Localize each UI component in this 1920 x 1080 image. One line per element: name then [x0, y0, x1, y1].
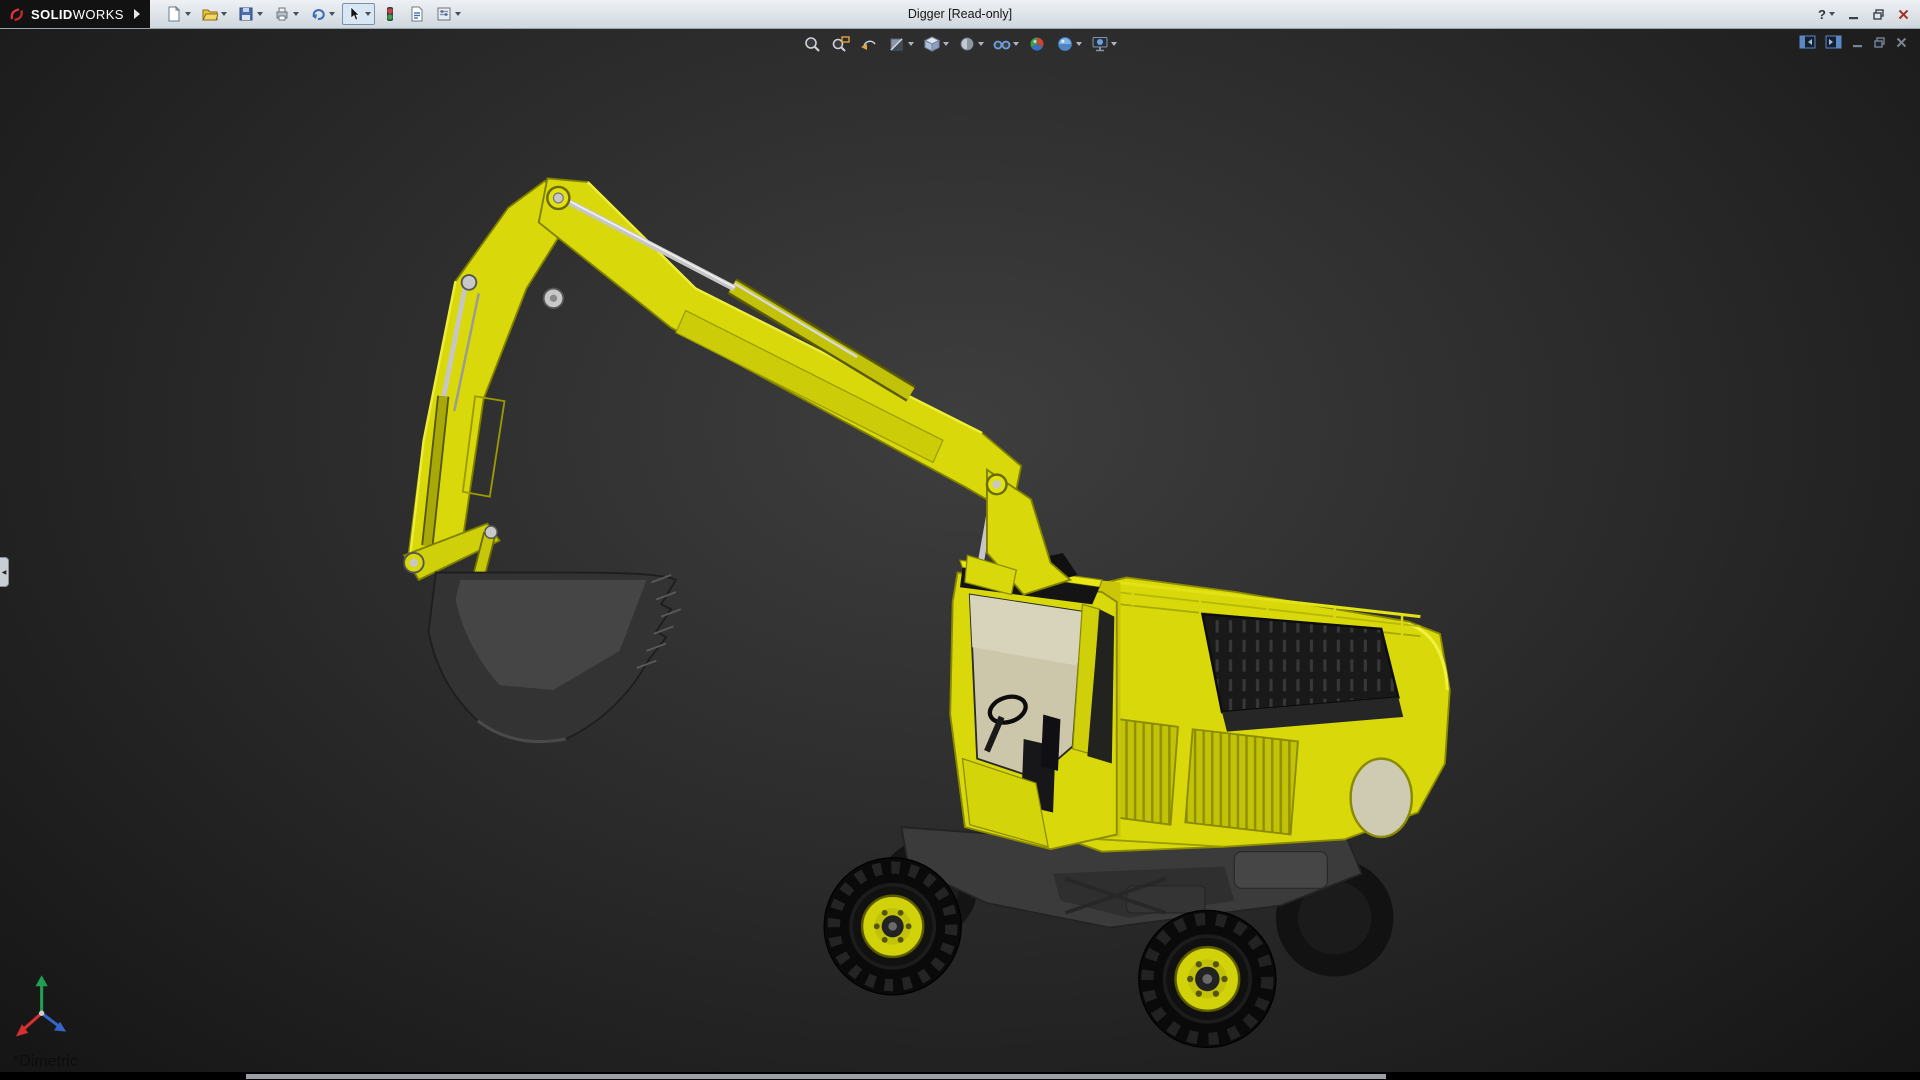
select-cursor-icon — [346, 6, 362, 22]
app-window-controls: ? — [1818, 7, 1920, 22]
rebuild-icon — [382, 6, 398, 22]
dropdown-caret-icon[interactable] — [1829, 12, 1835, 16]
dropdown-caret-icon[interactable] — [908, 42, 914, 46]
open-icon — [202, 6, 218, 22]
model-canvas[interactable] — [0, 29, 1920, 1072]
display-style-button[interactable] — [955, 34, 986, 54]
solidworks-window: SOLIDWORKS — [0, 0, 1920, 1080]
section-view-button[interactable] — [885, 34, 916, 54]
model-front-right-wheel[interactable] — [1139, 910, 1276, 1047]
close-button[interactable] — [1897, 8, 1910, 21]
file-properties-button[interactable] — [405, 3, 429, 25]
edit-appearance-button[interactable] — [1025, 34, 1049, 54]
dropdown-caret-icon[interactable] — [1013, 42, 1019, 46]
undo-button[interactable] — [306, 3, 339, 25]
doc-close-button[interactable] — [1895, 36, 1908, 49]
standard-toolbar — [162, 3, 465, 25]
taskbar-reveal-strip[interactable] — [246, 1074, 1386, 1079]
show-display-pane-button[interactable] — [1825, 35, 1842, 49]
doc-restore-button[interactable] — [1873, 36, 1886, 49]
dropdown-caret-icon[interactable] — [185, 12, 191, 16]
model-bucket[interactable] — [429, 573, 681, 742]
dropdown-caret-icon[interactable] — [978, 42, 984, 46]
section-view-icon — [887, 35, 907, 53]
graphics-area[interactable]: ◀ *Dimetric — [0, 29, 1920, 1072]
dropdown-caret-icon[interactable] — [365, 12, 371, 16]
dropdown-caret-icon[interactable] — [221, 12, 227, 16]
show-feature-pane-button[interactable] — [1799, 35, 1816, 49]
model-front-left-wheel[interactable] — [824, 858, 961, 995]
hide-show-glasses-icon — [992, 35, 1012, 53]
zoom-to-area-icon — [831, 35, 851, 53]
restore-button[interactable] — [1872, 8, 1885, 21]
options-button[interactable] — [432, 3, 465, 25]
open-button[interactable] — [198, 3, 231, 25]
dropdown-caret-icon[interactable] — [293, 12, 299, 16]
doc-minimize-button[interactable] — [1851, 36, 1864, 49]
dropdown-caret-icon[interactable] — [1076, 42, 1082, 46]
select-button[interactable] — [342, 3, 375, 25]
apply-scene-button[interactable] — [1053, 34, 1084, 54]
undo-icon — [310, 6, 326, 22]
dropdown-caret-icon[interactable] — [455, 12, 461, 16]
file-properties-icon — [409, 6, 425, 22]
feature-panel-collapse-handle[interactable]: ◀ — [0, 557, 9, 587]
model-cab[interactable] — [950, 553, 1120, 849]
hide-show-items-button[interactable] — [990, 34, 1021, 54]
bottom-edge-bar — [0, 1072, 1920, 1080]
view-orientation-cube-icon — [922, 35, 942, 53]
view-orientation-button[interactable] — [920, 34, 951, 54]
zoom-to-fit-icon — [803, 35, 823, 53]
solidworks-logo: SOLIDWORKS — [0, 0, 150, 28]
print-button[interactable] — [270, 3, 303, 25]
display-style-icon — [957, 35, 977, 53]
document-window-controls — [1799, 35, 1908, 49]
rebuild-button[interactable] — [378, 3, 402, 25]
zoom-to-fit-button[interactable] — [801, 34, 825, 54]
previous-view-icon — [859, 35, 879, 53]
print-icon — [274, 6, 290, 22]
dropdown-caret-icon[interactable] — [257, 12, 263, 16]
view-settings-button[interactable] — [1088, 34, 1119, 54]
dropdown-caret-icon[interactable] — [1111, 42, 1117, 46]
view-settings-icon — [1090, 35, 1110, 53]
new-document-button[interactable] — [162, 3, 195, 25]
zoom-to-area-button[interactable] — [829, 34, 853, 54]
previous-view-button[interactable] — [857, 34, 881, 54]
brand-arrow-icon — [134, 9, 140, 19]
save-button[interactable] — [234, 3, 267, 25]
edit-appearance-ball-icon — [1027, 35, 1047, 53]
heads-up-view-toolbar — [801, 34, 1119, 54]
chevron-left-icon: ◀ — [2, 569, 7, 576]
ds-logo-icon — [8, 6, 25, 23]
reference-triad[interactable] — [16, 975, 66, 1036]
dropdown-caret-icon[interactable] — [329, 12, 335, 16]
options-icon — [436, 6, 452, 22]
dropdown-caret-icon[interactable] — [943, 42, 949, 46]
view-orientation-label: *Dimetric — [13, 1053, 78, 1071]
help-button[interactable]: ? — [1818, 7, 1835, 22]
apply-scene-icon — [1055, 35, 1075, 53]
brand-text: SOLIDWORKS — [31, 7, 124, 22]
save-icon — [238, 6, 254, 22]
titlebar: SOLIDWORKS — [0, 0, 1920, 29]
minimize-button[interactable] — [1847, 8, 1860, 21]
new-document-icon — [166, 6, 182, 22]
